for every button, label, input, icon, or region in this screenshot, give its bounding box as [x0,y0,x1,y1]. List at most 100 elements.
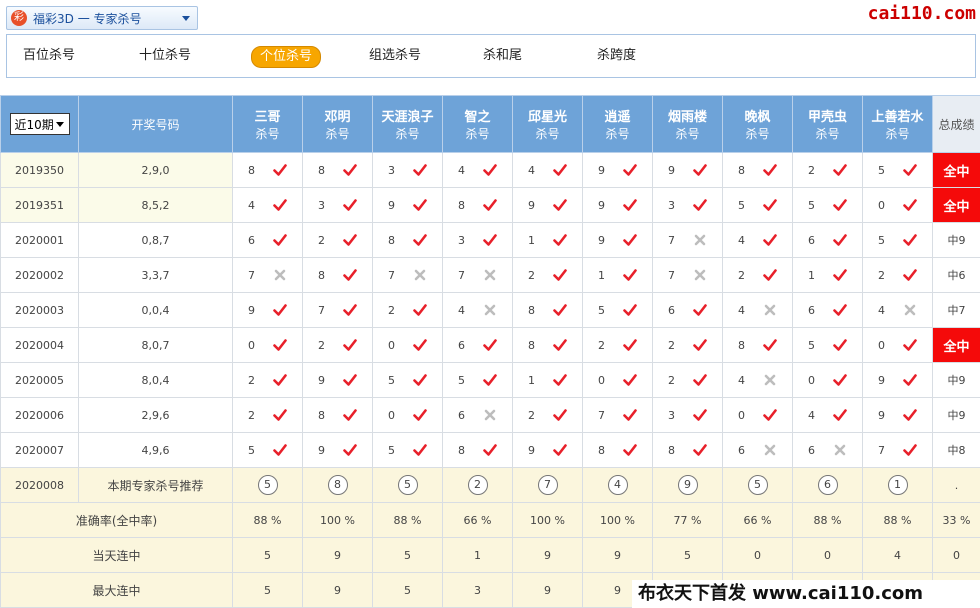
recommend-number: 5 [747,475,768,495]
pick-cell: 7 [372,257,443,293]
recommend-total: . [932,467,980,503]
expert-header[interactable]: 上善若水 杀号 [862,95,933,153]
expert-name: 晚枫 [744,110,771,125]
check-icon [833,339,847,351]
pick-cell: 4 [512,152,583,188]
recommend-cell: 6 [792,467,863,503]
pick-cell: 6 [722,432,793,468]
stats-value: 77 % [652,502,723,538]
recommend-cell: 2 [442,467,513,503]
period-cell: 2020007 [0,432,79,468]
tab-hundreds[interactable]: 百位杀号 [15,46,83,66]
check-icon [273,164,287,176]
period-cell: 2020006 [0,397,79,433]
check-icon [343,444,357,456]
pick-number: 2 [668,373,675,387]
expert-name: 烟雨楼 [667,110,707,125]
pick-cell: 6 [792,432,863,468]
pick-number: 0 [388,338,395,352]
tab-tens[interactable]: 十位杀号 [131,46,199,66]
pick-cell: 2 [722,257,793,293]
range-select[interactable]: 近10期 [9,113,70,135]
check-icon [763,269,777,281]
pick-cell: 9 [512,432,583,468]
expert-header[interactable]: 天涯浪子 杀号 [372,95,443,153]
pick-number: 8 [598,443,605,457]
game-selector[interactable]: 彩 福彩3D 一 专家杀号 [6,6,198,30]
check-icon [413,339,427,351]
recommend-cell: 7 [512,467,583,503]
range-cell: 近10期 [0,95,79,153]
check-icon [763,199,777,211]
draw-number-cell: 2,9,0 [78,152,233,188]
pick-number: 9 [388,198,395,212]
pick-number: 7 [668,233,675,247]
stats-value: 5 [372,572,443,608]
pick-number: 2 [668,338,675,352]
pick-cell: 3 [652,397,723,433]
footer-watermark: 布衣天下首发 www.cai110.com [632,580,980,608]
tab-units[interactable]: 个位杀号 [251,46,322,68]
cross-icon [764,304,776,316]
cross-icon [904,304,916,316]
check-icon [343,409,357,421]
pick-number: 6 [668,303,675,317]
pick-number: 4 [458,303,465,317]
cross-icon [834,444,846,456]
pick-cell: 8 [302,152,373,188]
header-row: 近10期 开奖号码 三哥 杀号 邓明 杀号 天涯浪子 杀号 智之 杀号 邱星光 杀号 逍遥… [0,95,980,153]
stats-value: 88 % [372,502,443,538]
expert-header[interactable]: 邱星光 杀号 [512,95,583,153]
tab-sum-tail[interactable]: 杀和尾 [475,46,530,66]
check-icon [343,199,357,211]
check-icon [273,374,287,386]
tab-span[interactable]: 杀跨度 [589,46,644,66]
pick-number: 7 [318,303,325,317]
expert-sub: 杀号 [535,127,560,141]
game-title: 福彩3D 一 专家杀号 [33,12,142,26]
cross-icon [694,234,706,246]
recommend-cell: 5 [722,467,793,503]
expert-header[interactable]: 逍遥 杀号 [582,95,653,153]
pick-cell: 8 [442,432,513,468]
check-icon [833,269,847,281]
stats-value: 9 [512,537,583,573]
pick-number: 7 [388,268,395,282]
pick-number: 7 [878,443,885,457]
pick-number: 3 [458,233,465,247]
expert-header[interactable]: 晚枫 杀号 [722,95,793,153]
check-icon [413,164,427,176]
pick-cell: 4 [442,152,513,188]
cross-icon [484,304,496,316]
pick-number: 8 [738,163,745,177]
recommend-number: 5 [397,475,418,495]
pick-cell: 9 [862,397,933,433]
check-icon [693,374,707,386]
pick-number: 7 [668,268,675,282]
total-result-cell: 中6 [932,257,980,293]
recommend-cell: 8 [302,467,373,503]
check-icon [483,199,497,211]
expert-header[interactable]: 邓明 杀号 [302,95,373,153]
expert-header[interactable]: 三哥 杀号 [232,95,303,153]
stats-label: 准确率(全中率) [0,502,233,538]
stats-label: 当天连中 [0,537,233,573]
pick-cell: 1 [582,257,653,293]
expert-name: 天涯浪子 [381,110,434,125]
recommend-cell: 5 [232,467,303,503]
expert-header[interactable]: 智之 杀号 [442,95,513,153]
pick-number: 5 [878,233,885,247]
pick-cell: 2 [582,327,653,363]
pick-cell: 2 [512,257,583,293]
pick-cell: 3 [652,187,723,223]
expert-header[interactable]: 烟雨楼 杀号 [652,95,723,153]
tab-group[interactable]: 组选杀号 [361,46,429,66]
check-icon [623,374,637,386]
expert-header[interactable]: 甲壳虫 杀号 [792,95,863,153]
check-icon [343,304,357,316]
pick-number: 7 [458,268,465,282]
chevron-down-icon[interactable] [182,16,190,21]
pick-number: 0 [878,338,885,352]
pick-number: 3 [318,198,325,212]
pick-cell: 3 [302,187,373,223]
